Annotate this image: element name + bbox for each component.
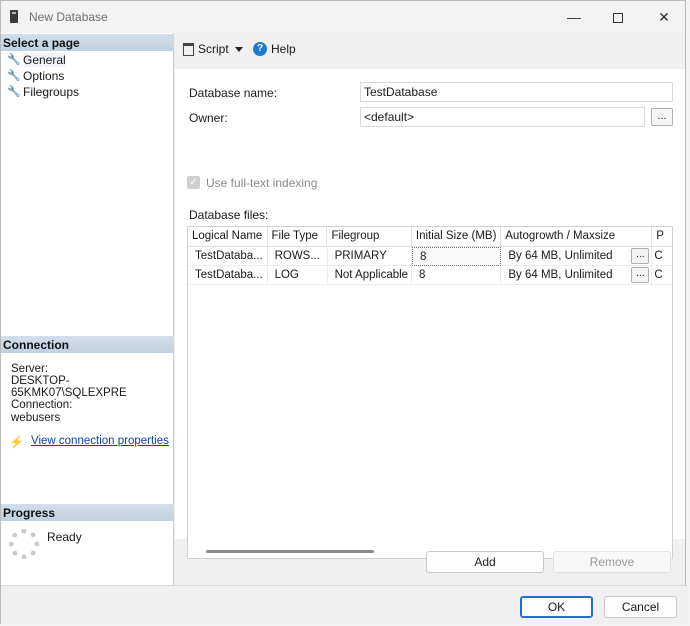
title-bar: New Database — ✕ bbox=[1, 1, 685, 33]
page-general-label: General bbox=[23, 53, 66, 67]
help-button[interactable]: ? Help bbox=[253, 42, 296, 56]
page-filegroups[interactable]: 🔧 Filegroups bbox=[7, 84, 79, 100]
new-database-dialog: New Database — ✕ Select a page 🔧 General… bbox=[0, 0, 687, 625]
progress-spinner-icon bbox=[9, 529, 39, 559]
grid-header: Logical Name File Type Filegroup Initial… bbox=[188, 227, 672, 247]
help-icon: ? bbox=[253, 42, 267, 56]
horizontal-scrollbar[interactable] bbox=[206, 550, 374, 553]
page-general[interactable]: 🔧 General bbox=[7, 52, 66, 68]
page-options-label: Options bbox=[23, 69, 65, 83]
script-button[interactable]: Script bbox=[183, 42, 243, 56]
cell-filegroup[interactable]: Not Applicable bbox=[327, 266, 413, 285]
table-row[interactable]: TestDataba... ROWS... PRIMARY 8 By 64 MB… bbox=[188, 247, 672, 266]
server-label: Server: bbox=[11, 363, 49, 375]
col-filegroup[interactable]: Filegroup bbox=[327, 227, 412, 247]
remove-button[interactable]: Remove bbox=[553, 551, 671, 573]
script-icon bbox=[183, 42, 194, 56]
left-pane: Select a page 🔧 General 🔧 Options 🔧 File… bbox=[1, 33, 174, 585]
script-label: Script bbox=[198, 42, 229, 56]
cell-logical-name[interactable]: TestDataba... bbox=[188, 266, 268, 285]
window-title: New Database bbox=[29, 10, 108, 24]
connection-header: Connection bbox=[1, 336, 174, 353]
col-path[interactable]: P bbox=[652, 227, 672, 247]
owner-browse-button[interactable]: ... bbox=[651, 108, 673, 126]
wrench-icon: 🔧 bbox=[7, 86, 21, 98]
database-files-grid: Logical Name File Type Filegroup Initial… bbox=[187, 226, 673, 559]
wrench-icon: 🔧 bbox=[7, 54, 21, 66]
wrench-icon: 🔧 bbox=[7, 70, 21, 82]
cell-path[interactable]: C bbox=[652, 266, 672, 285]
cell-autogrowth-text: By 64 MB, Unlimited bbox=[508, 250, 613, 262]
cell-initial-size[interactable]: 8 bbox=[412, 247, 502, 266]
db-name-input[interactable]: TestDatabase bbox=[360, 82, 673, 102]
progress-header: Progress bbox=[1, 504, 174, 521]
database-icon bbox=[10, 10, 18, 23]
cell-autogrowth-text: By 64 MB, Unlimited bbox=[508, 269, 613, 281]
toolbar: Script ? Help bbox=[175, 33, 685, 65]
minimize-button[interactable]: — bbox=[551, 3, 597, 31]
cell-autogrowth[interactable]: By 64 MB, Unlimited ... bbox=[501, 247, 653, 266]
cell-initial-size[interactable]: 8 bbox=[412, 266, 502, 285]
col-initial-size[interactable]: Initial Size (MB) bbox=[412, 227, 502, 247]
fulltext-checkbox[interactable]: ✓ bbox=[187, 176, 200, 189]
server-value: DESKTOP-65KMK07\SQLEXPRE bbox=[11, 375, 127, 399]
autogrowth-edit-button[interactable]: ... bbox=[631, 248, 650, 264]
close-button[interactable]: ✕ bbox=[641, 3, 687, 31]
cell-path[interactable]: C bbox=[652, 247, 672, 266]
connection-label: Connection: bbox=[11, 399, 73, 411]
progress-status: Ready bbox=[47, 530, 82, 544]
col-autogrowth[interactable]: Autogrowth / Maxsize bbox=[501, 227, 653, 247]
db-name-label: Database name: bbox=[189, 86, 278, 100]
cell-file-type[interactable]: ROWS... bbox=[267, 247, 328, 266]
db-files-label: Database files: bbox=[189, 208, 269, 222]
general-page-content: Database name: TestDatabase Owner: <defa… bbox=[175, 69, 685, 559]
chevron-down-icon[interactable] bbox=[234, 46, 243, 52]
page-options[interactable]: 🔧 Options bbox=[7, 68, 64, 84]
connection-value: webusers bbox=[11, 412, 61, 424]
select-page-header: Select a page bbox=[1, 34, 174, 51]
cell-logical-name[interactable]: TestDataba... bbox=[188, 247, 268, 266]
table-row[interactable]: TestDataba... LOG Not Applicable 8 By 64… bbox=[188, 266, 672, 285]
connection-plug-icon: ⚡ bbox=[9, 435, 24, 449]
maximize-icon bbox=[613, 13, 623, 24]
maximize-button[interactable] bbox=[595, 3, 641, 31]
owner-input[interactable]: <default> bbox=[360, 107, 645, 127]
view-connection-properties-link[interactable]: View connection properties bbox=[31, 435, 169, 447]
owner-label: Owner: bbox=[189, 111, 228, 125]
cancel-button[interactable]: Cancel bbox=[604, 596, 677, 618]
page-filegroups-label: Filegroups bbox=[23, 85, 80, 99]
col-logical-name[interactable]: Logical Name bbox=[188, 227, 268, 247]
add-button[interactable]: Add bbox=[426, 551, 544, 573]
cell-filegroup[interactable]: PRIMARY bbox=[327, 247, 413, 266]
cell-file-type[interactable]: LOG bbox=[267, 266, 328, 285]
cell-autogrowth[interactable]: By 64 MB, Unlimited ... bbox=[501, 266, 653, 285]
col-file-type[interactable]: File Type bbox=[268, 227, 328, 247]
right-pane: Script ? Help Database name: TestDatabas… bbox=[175, 33, 685, 585]
help-label: Help bbox=[271, 42, 296, 56]
dialog-footer: OK Cancel bbox=[1, 585, 687, 625]
fulltext-label: Use full-text indexing bbox=[206, 176, 318, 190]
ok-button[interactable]: OK bbox=[520, 596, 593, 618]
autogrowth-edit-button[interactable]: ... bbox=[631, 267, 650, 283]
